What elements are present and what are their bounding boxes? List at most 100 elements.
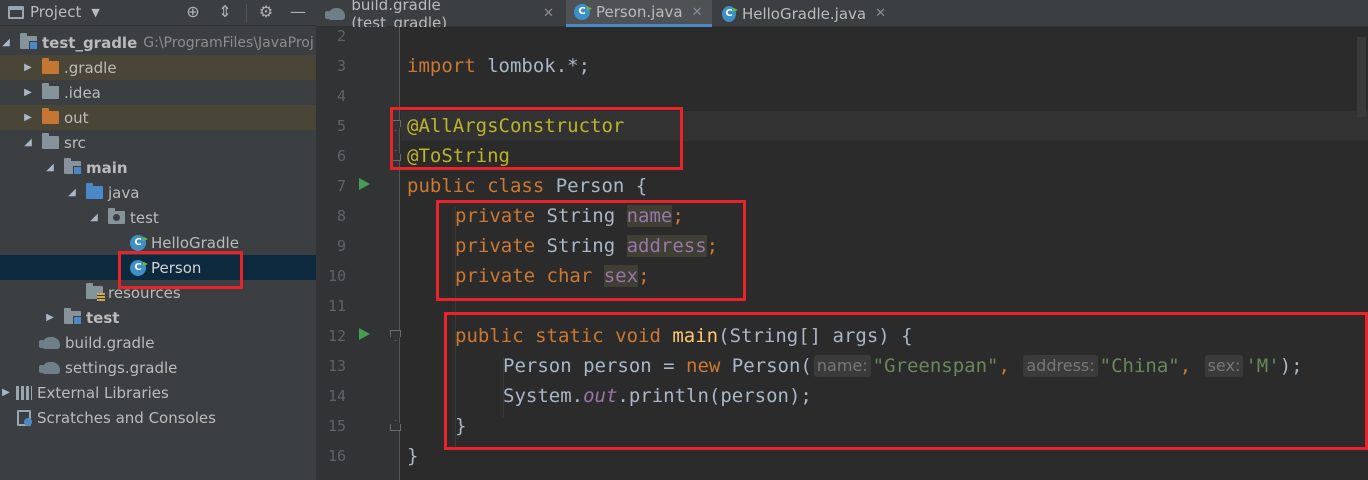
- tree-item-settings-gradle[interactable]: settings.gradle: [0, 355, 316, 380]
- editor-scrollbar[interactable]: [1357, 37, 1366, 117]
- code-editor[interactable]: 2 3 4 5 6 7 8 9 10 11 12 13 14 15 16 imp…: [316, 27, 1368, 480]
- tree-item-out[interactable]: ▶ out: [0, 105, 316, 130]
- module-folder-icon: [64, 158, 82, 175]
- line-number: 15: [327, 417, 346, 435]
- collapse-all-icon[interactable]: ⇕: [215, 2, 235, 22]
- expand-arrow-icon[interactable]: ◢: [44, 162, 56, 173]
- toolbar-divider: [246, 4, 247, 22]
- project-panel-header: Project ▼ ⊕ ⇕ ⚙ —: [0, 0, 316, 26]
- close-icon[interactable]: ✕: [543, 6, 554, 21]
- tree-item-label: .idea: [64, 83, 101, 102]
- library-icon: [16, 385, 32, 400]
- expand-arrow-icon[interactable]: ◢: [88, 212, 100, 223]
- line-number: 4: [336, 87, 346, 105]
- folder-icon: [42, 133, 59, 149]
- hide-panel-icon[interactable]: —: [288, 2, 308, 22]
- source-folder-icon: [86, 183, 103, 199]
- tree-item-label: build.gradle: [65, 333, 155, 352]
- close-icon[interactable]: ✕: [875, 6, 886, 21]
- line-number: 3: [336, 57, 346, 75]
- tree-item-test-package[interactable]: ◢ test: [0, 205, 316, 230]
- java-class-icon: C: [130, 234, 146, 251]
- tab-hellogradle-java[interactable]: C HelloGradle.java ✕: [714, 0, 894, 27]
- tree-item-label: src: [64, 133, 86, 152]
- line-number: 9: [336, 237, 346, 255]
- tree-item-label: test: [86, 308, 120, 327]
- code-text: lombok.*;: [475, 55, 591, 77]
- expand-arrow-icon[interactable]: ◢: [0, 37, 12, 48]
- code-line-16[interactable]: }: [407, 441, 418, 471]
- excluded-folder-icon: [42, 58, 59, 74]
- module-folder-icon: [64, 308, 82, 325]
- annotation-box-main: [444, 312, 1368, 450]
- tree-item-label: .gradle: [64, 58, 117, 77]
- collapse-arrow-icon[interactable]: ▶: [0, 387, 12, 398]
- close-icon[interactable]: ✕: [692, 5, 703, 20]
- scratches-icon: [16, 409, 32, 426]
- tree-item-dot-idea[interactable]: ▶ .idea: [0, 80, 316, 105]
- annotation-box-person-tree: [118, 251, 243, 289]
- expand-arrow-icon[interactable]: ◢: [66, 187, 78, 198]
- tree-item-main[interactable]: ◢ main: [0, 155, 316, 180]
- tab-person-java[interactable]: C Person.java ✕: [566, 0, 712, 27]
- collapse-arrow-icon[interactable]: ▶: [22, 112, 34, 123]
- tree-item-label: java: [108, 183, 140, 202]
- tree-item-java[interactable]: ◢ java: [0, 180, 316, 205]
- collapse-arrow-icon[interactable]: ▶: [22, 87, 34, 98]
- line-number: 12: [327, 327, 346, 345]
- code-line-3[interactable]: import lombok.*;: [407, 51, 590, 81]
- line-number: 5: [336, 117, 346, 135]
- project-tool-window: Project ▼ ⊕ ⇕ ⚙ — ◢ test_gradle G:\Progr…: [0, 0, 316, 480]
- code-text: Person {: [544, 175, 648, 197]
- run-class-icon[interactable]: [359, 178, 370, 190]
- tree-item-label: settings.gradle: [65, 358, 178, 377]
- line-number: 10: [327, 267, 346, 285]
- tab-label: Person.java: [596, 3, 683, 21]
- collapse-arrow-icon[interactable]: ▶: [22, 62, 34, 73]
- annotation-box-lombok: [390, 107, 683, 170]
- gear-icon[interactable]: ⚙: [256, 2, 276, 22]
- tree-item-scratches[interactable]: Scratches and Consoles: [0, 405, 316, 430]
- gradle-elephant-icon: [39, 361, 60, 374]
- tree-item-label: out: [64, 108, 89, 127]
- collapse-arrow-icon[interactable]: ▶: [44, 312, 56, 323]
- keyword: public class: [407, 175, 545, 197]
- tree-item-label: test_gradle: [42, 33, 138, 52]
- folder-icon: [42, 83, 59, 99]
- line-number: 7: [336, 177, 346, 195]
- locate-file-icon[interactable]: ⊕: [183, 2, 203, 22]
- project-view-selector[interactable]: Project ▼: [8, 3, 100, 21]
- line-number: 6: [336, 147, 346, 165]
- gradle-elephant-icon: [39, 336, 60, 349]
- tab-build-gradle[interactable]: build.gradle (test_gradle) ✕: [320, 0, 562, 32]
- tree-item-label: main: [86, 158, 128, 177]
- line-number: 11: [327, 297, 346, 315]
- java-class-icon: C: [722, 5, 736, 22]
- tree-item-label: HelloGradle: [151, 233, 239, 252]
- package-icon: [108, 208, 125, 224]
- line-number: 8: [336, 207, 346, 225]
- tree-item-test-gradle[interactable]: ◢ test_gradle G:\ProgramFiles\JavaProj: [0, 30, 316, 55]
- tree-item-build-gradle[interactable]: build.gradle: [0, 330, 316, 355]
- line-number: 16: [327, 447, 346, 465]
- tree-item-external-libraries[interactable]: ▶ External Libraries: [0, 380, 316, 405]
- code-line-7[interactable]: public class Person {: [407, 171, 647, 201]
- fold-marker-icon[interactable]: [390, 330, 401, 341]
- gradle-elephant-icon: [324, 7, 346, 20]
- module-folder-icon: [20, 33, 38, 50]
- line-number: 14: [327, 387, 346, 405]
- chevron-down-icon: ▼: [91, 5, 100, 19]
- tree-item-src[interactable]: ◢ src: [0, 130, 316, 155]
- expand-arrow-icon[interactable]: ◢: [22, 137, 34, 148]
- editor-gutter: 2 3 4 5 6 7 8 9 10 11 12 13 14 15 16: [316, 27, 401, 480]
- tree-item-dot-gradle[interactable]: ▶ .gradle: [0, 55, 316, 80]
- tree-item-test-module[interactable]: ▶ test: [0, 305, 316, 330]
- editor-tab-bar: build.gradle (test_gradle) ✕ C Person.ja…: [316, 0, 1368, 32]
- fold-marker-icon[interactable]: [390, 420, 401, 431]
- excluded-folder-icon: [42, 108, 59, 124]
- resources-folder-icon: [86, 283, 105, 301]
- line-number: 2: [336, 27, 346, 45]
- tab-label: HelloGradle.java: [741, 4, 867, 23]
- run-main-icon[interactable]: [359, 328, 370, 340]
- java-class-icon: C: [574, 4, 590, 20]
